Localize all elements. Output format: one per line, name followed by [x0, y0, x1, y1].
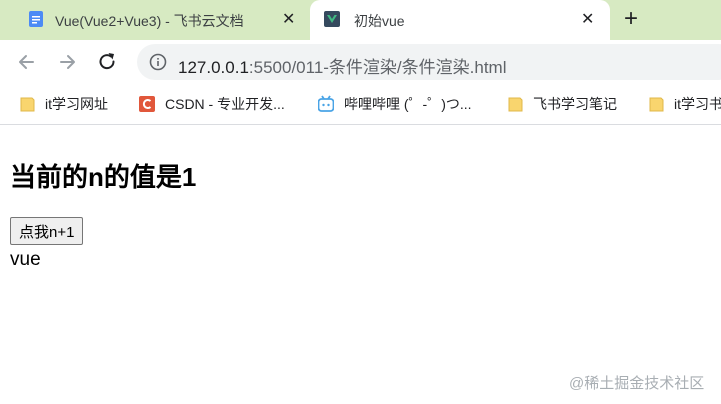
bookmark-label: 哔哩哔哩 (゜-゜)つ... — [344, 96, 472, 112]
tab-strip: Vue(Vue2+Vue3) - 飞书云文档 ✕ 初始vue ✕ + — [0, 0, 721, 40]
page-heading: 当前的n的值是1 — [10, 162, 197, 192]
bookmark-label: CSDN - 专业开发... — [165, 96, 285, 112]
bookmark-label: 飞书学习笔记 — [533, 96, 617, 112]
url-host: 127.0.0.1 — [178, 58, 249, 77]
new-tab-button[interactable]: + — [624, 5, 638, 33]
back-arrow-icon[interactable] — [13, 48, 41, 76]
bookmark-feishu-notes[interactable]: 飞书学习笔记 — [507, 86, 617, 122]
bookmark-label: it学习书 — [674, 96, 721, 112]
bookmark-csdn[interactable]: CSDN - 专业开发... — [139, 86, 285, 122]
reload-icon[interactable] — [93, 48, 121, 76]
forward-arrow-icon[interactable] — [53, 48, 81, 76]
tab-feishu-doc[interactable]: Vue(Vue2+Vue3) - 飞书云文档 ✕ — [0, 0, 310, 40]
url-path: :5500/011-条件渲染/条件渲染.html — [248, 58, 507, 77]
increment-n-button[interactable]: 点我n+1 — [10, 217, 84, 245]
folder-icon — [508, 97, 523, 112]
url-text: 127.0.0.1:5500/011-条件渲染/条件渲染.html — [178, 53, 507, 78]
folder-icon — [649, 97, 664, 112]
page-content: 当前的n的值是1 点我n+1 vue @稀土掘金技术社区 — [0, 125, 721, 404]
bookmark-label: it学习网址 — [45, 96, 108, 112]
vue-text: vue — [10, 249, 41, 270]
bookmark-it-learning[interactable]: it学习网址 — [19, 86, 108, 122]
bookmark-it-books[interactable]: it学习书 — [648, 86, 721, 122]
close-tab-icon[interactable]: ✕ — [581, 9, 594, 29]
bookmarks-bar: it学习网址 CSDN - 专业开发... 哔哩哔哩 (゜-゜)つ... 飞书学… — [0, 86, 721, 125]
bookmark-bilibili[interactable]: 哔哩哔哩 (゜-゜)つ... — [318, 86, 472, 122]
tab-title: Vue(Vue2+Vue3) - 飞书云文档 — [55, 13, 244, 29]
tab-vue-page[interactable]: 初始vue ✕ — [310, 0, 610, 40]
close-tab-icon[interactable]: ✕ — [282, 9, 295, 29]
browser-toolbar: 127.0.0.1:5500/011-条件渲染/条件渲染.html — [0, 40, 721, 86]
vue-page-icon — [324, 11, 340, 27]
doc-icon — [29, 11, 43, 27]
tab-title: 初始vue — [354, 13, 405, 29]
bilibili-icon — [318, 95, 334, 112]
folder-icon — [20, 97, 35, 112]
address-bar[interactable]: 127.0.0.1:5500/011-条件渲染/条件渲染.html — [137, 44, 721, 80]
info-icon[interactable] — [149, 53, 167, 71]
csdn-icon — [139, 96, 155, 112]
watermark: @稀土掘金技术社区 — [569, 375, 705, 392]
